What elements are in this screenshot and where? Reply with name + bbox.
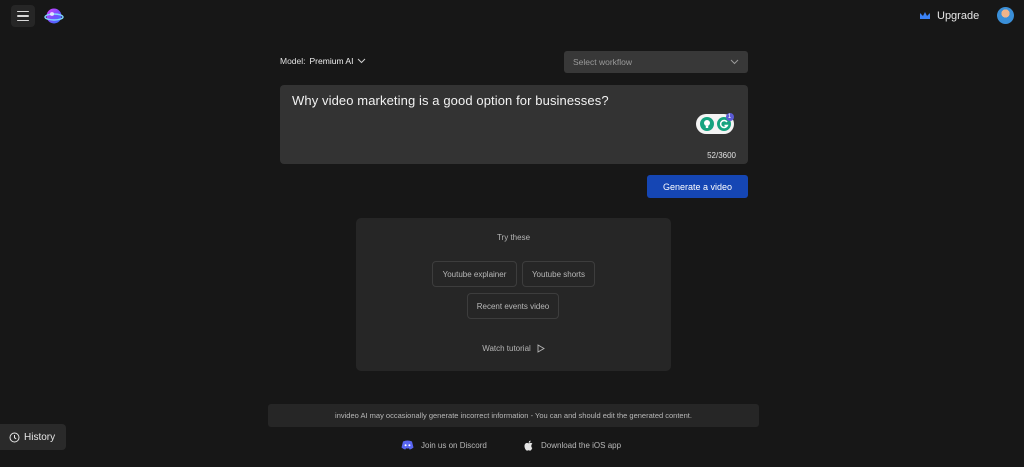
try-these-title: Try these <box>496 233 531 242</box>
model-value: Premium AI <box>309 56 354 66</box>
crown-icon <box>920 12 930 19</box>
generate-video-button[interactable]: Generate a video <box>647 175 748 198</box>
grammarly-g-icon[interactable]: 1 <box>716 113 734 131</box>
history-label: History <box>24 431 56 443</box>
chip-youtube-shorts[interactable]: Youtube shorts <box>522 261 595 287</box>
ios-app-link[interactable]: Download the iOS app <box>524 440 621 451</box>
workflow-placeholder: Select workflow <box>573 57 633 67</box>
watch-tutorial-link[interactable]: Watch tutorial <box>356 344 671 353</box>
avatar[interactable] <box>997 7 1014 24</box>
try-these-panel: Try these Youtube explainer Youtube shor… <box>356 218 671 371</box>
model-selector[interactable]: Model: Premium AI <box>280 56 366 66</box>
hamburger-icon-line <box>17 15 29 17</box>
history-button[interactable]: History <box>0 424 66 450</box>
prompt-text[interactable]: Why video marketing is a good option for… <box>292 93 609 108</box>
chevron-down-icon <box>730 59 739 65</box>
prompt-textarea[interactable]: Why video marketing is a good option for… <box>280 85 748 164</box>
upgrade-label: Upgrade <box>937 10 980 22</box>
chevron-down-icon <box>358 58 366 64</box>
ios-app-label: Download the iOS app <box>541 441 622 450</box>
disclaimer-banner: invideo AI may occasionally generate inc… <box>268 404 759 427</box>
discord-link[interactable]: Join us on Discord <box>401 440 487 450</box>
hamburger-icon-line <box>17 19 29 22</box>
apple-icon <box>524 440 533 451</box>
chip-youtube-explainer[interactable]: Youtube explainer <box>432 261 517 287</box>
model-prefix: Model: <box>280 56 306 66</box>
discord-label: Join us on Discord <box>421 440 487 450</box>
play-icon <box>537 344 545 353</box>
clock-icon <box>9 432 20 442</box>
chip-recent-events-video[interactable]: Recent events video <box>467 293 559 319</box>
grammarly-widget[interactable]: 1 <box>696 113 734 134</box>
character-counter: 52/3600 <box>707 151 736 160</box>
logo-icon[interactable] <box>44 6 64 26</box>
upgrade-button[interactable]: Upgrade <box>919 8 979 24</box>
menu-button[interactable] <box>11 5 35 27</box>
workflow-select[interactable]: Select workflow <box>564 51 748 73</box>
discord-icon <box>401 440 414 450</box>
watch-tutorial-label: Watch tutorial <box>482 344 531 353</box>
hamburger-icon-line <box>17 10 29 13</box>
grammarly-badge: 1 <box>725 113 734 121</box>
grammarly-bulb-icon[interactable] <box>699 117 714 131</box>
